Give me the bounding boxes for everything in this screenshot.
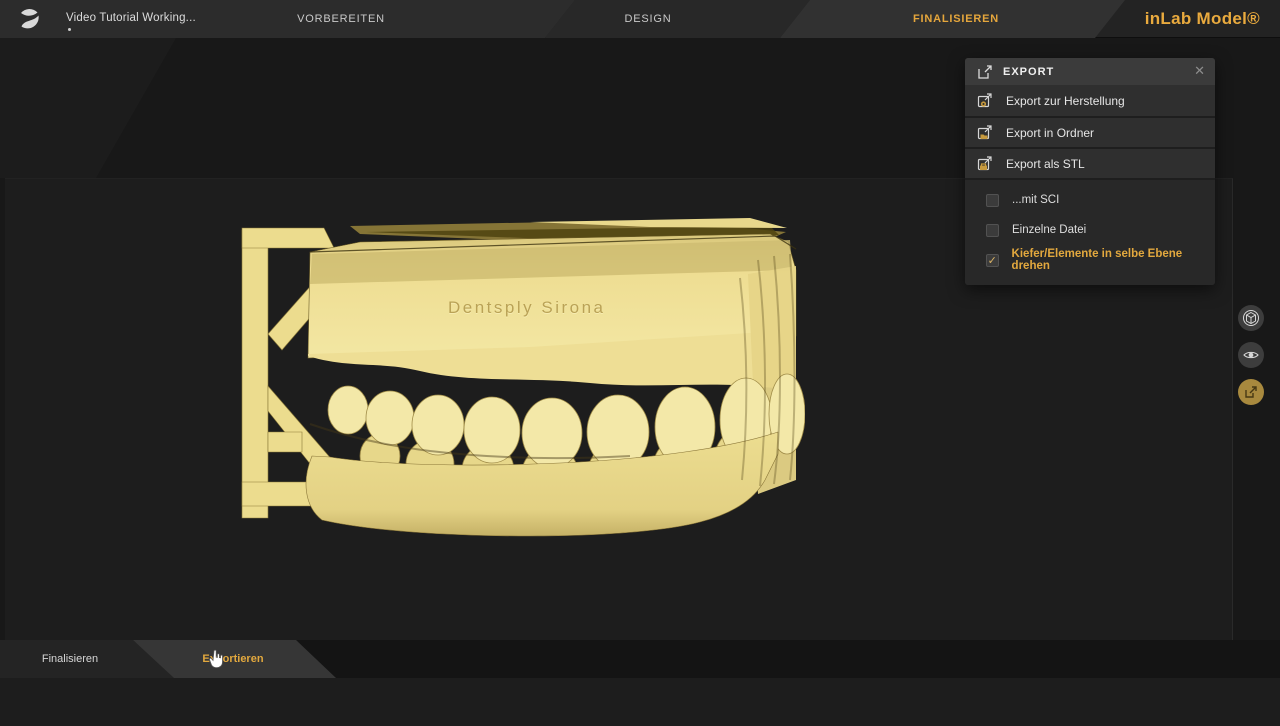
option-kiefer-elemente-drehen[interactable]: ✓ Kiefer/Elemente in selbe Ebene drehen: [965, 245, 1215, 275]
workflow-step-finalisieren[interactable]: FINALISIEREN: [886, 0, 1026, 38]
workflow-step-design[interactable]: DESIGN: [578, 0, 718, 38]
checkbox-unchecked[interactable]: [986, 194, 999, 207]
inlab-application-window: Video Tutorial Working... VORBEREITEN DE…: [0, 0, 1280, 726]
export-tool-button[interactable]: [1238, 379, 1264, 405]
export-panel: EXPORT ✕ Export zur Herstellung: [965, 58, 1215, 285]
dental-model[interactable]: Dentsply Sirona Dentsply Sirona: [230, 218, 805, 543]
canvas-top-left-wedge: [0, 38, 176, 178]
visibility-button[interactable]: [1238, 342, 1264, 368]
checkbox-checked[interactable]: ✓: [986, 254, 999, 267]
export-item-label: Export als STL: [1006, 157, 1085, 171]
export-as-stl-button[interactable]: Export als STL: [965, 147, 1215, 178]
export-to-folder-icon: [976, 124, 994, 142]
export-to-folder-button[interactable]: Export in Ordner: [965, 116, 1215, 147]
project-name[interactable]: Video Tutorial Working...: [66, 0, 196, 38]
dentsply-sirona-logo-icon: [16, 6, 42, 32]
export-icon: [1243, 384, 1259, 400]
close-icon[interactable]: ✕: [1194, 58, 1205, 85]
export-to-manufacturing-button[interactable]: Export zur Herstellung: [965, 85, 1215, 116]
option-einzelne-datei[interactable]: Einzelne Datei: [965, 215, 1215, 245]
export-options-section: ...mit SCI Einzelne Datei ✓ Kiefer/Eleme…: [965, 178, 1215, 285]
workflow-step-vorbereiten[interactable]: VORBEREITEN: [271, 0, 411, 38]
unsaved-changes-dot: [68, 28, 71, 31]
model-engraving: Dentsply Sirona: [448, 298, 606, 317]
model-orientation-cube-icon: [1242, 309, 1260, 327]
top-workflow-bar: Video Tutorial Working... VORBEREITEN DE…: [0, 0, 1280, 38]
export-as-stl-icon: [976, 155, 994, 173]
bottom-action-bar: [0, 678, 1280, 726]
option-label: ...mit SCI: [1012, 194, 1059, 206]
model-orientation-button[interactable]: [1238, 305, 1264, 331]
export-panel-title: EXPORT: [1003, 66, 1054, 78]
export-item-label: Export in Ordner: [1006, 126, 1094, 140]
visibility-eye-icon: [1242, 346, 1260, 364]
checkbox-unchecked[interactable]: [986, 224, 999, 237]
tab-label: Exportieren: [150, 640, 316, 678]
export-to-manufacturing-icon: [976, 92, 994, 110]
export-panel-header: EXPORT ✕: [965, 58, 1215, 85]
app-title: inLab Model®: [1145, 0, 1260, 38]
upper-jaw: Dentsply Sirona Dentsply Sirona: [308, 234, 796, 389]
option-label: Einzelne Datei: [1012, 224, 1086, 236]
option-label: Kiefer/Elemente in selbe Ebene drehen: [1012, 248, 1215, 272]
option-mit-sci[interactable]: ...mit SCI: [965, 185, 1215, 215]
export-arrow-icon: [977, 64, 993, 80]
tab-label: Finalisieren: [0, 640, 140, 678]
export-item-label: Export zur Herstellung: [1006, 94, 1125, 108]
bottom-tab-bar: Finalisieren Exportieren: [0, 640, 1280, 678]
